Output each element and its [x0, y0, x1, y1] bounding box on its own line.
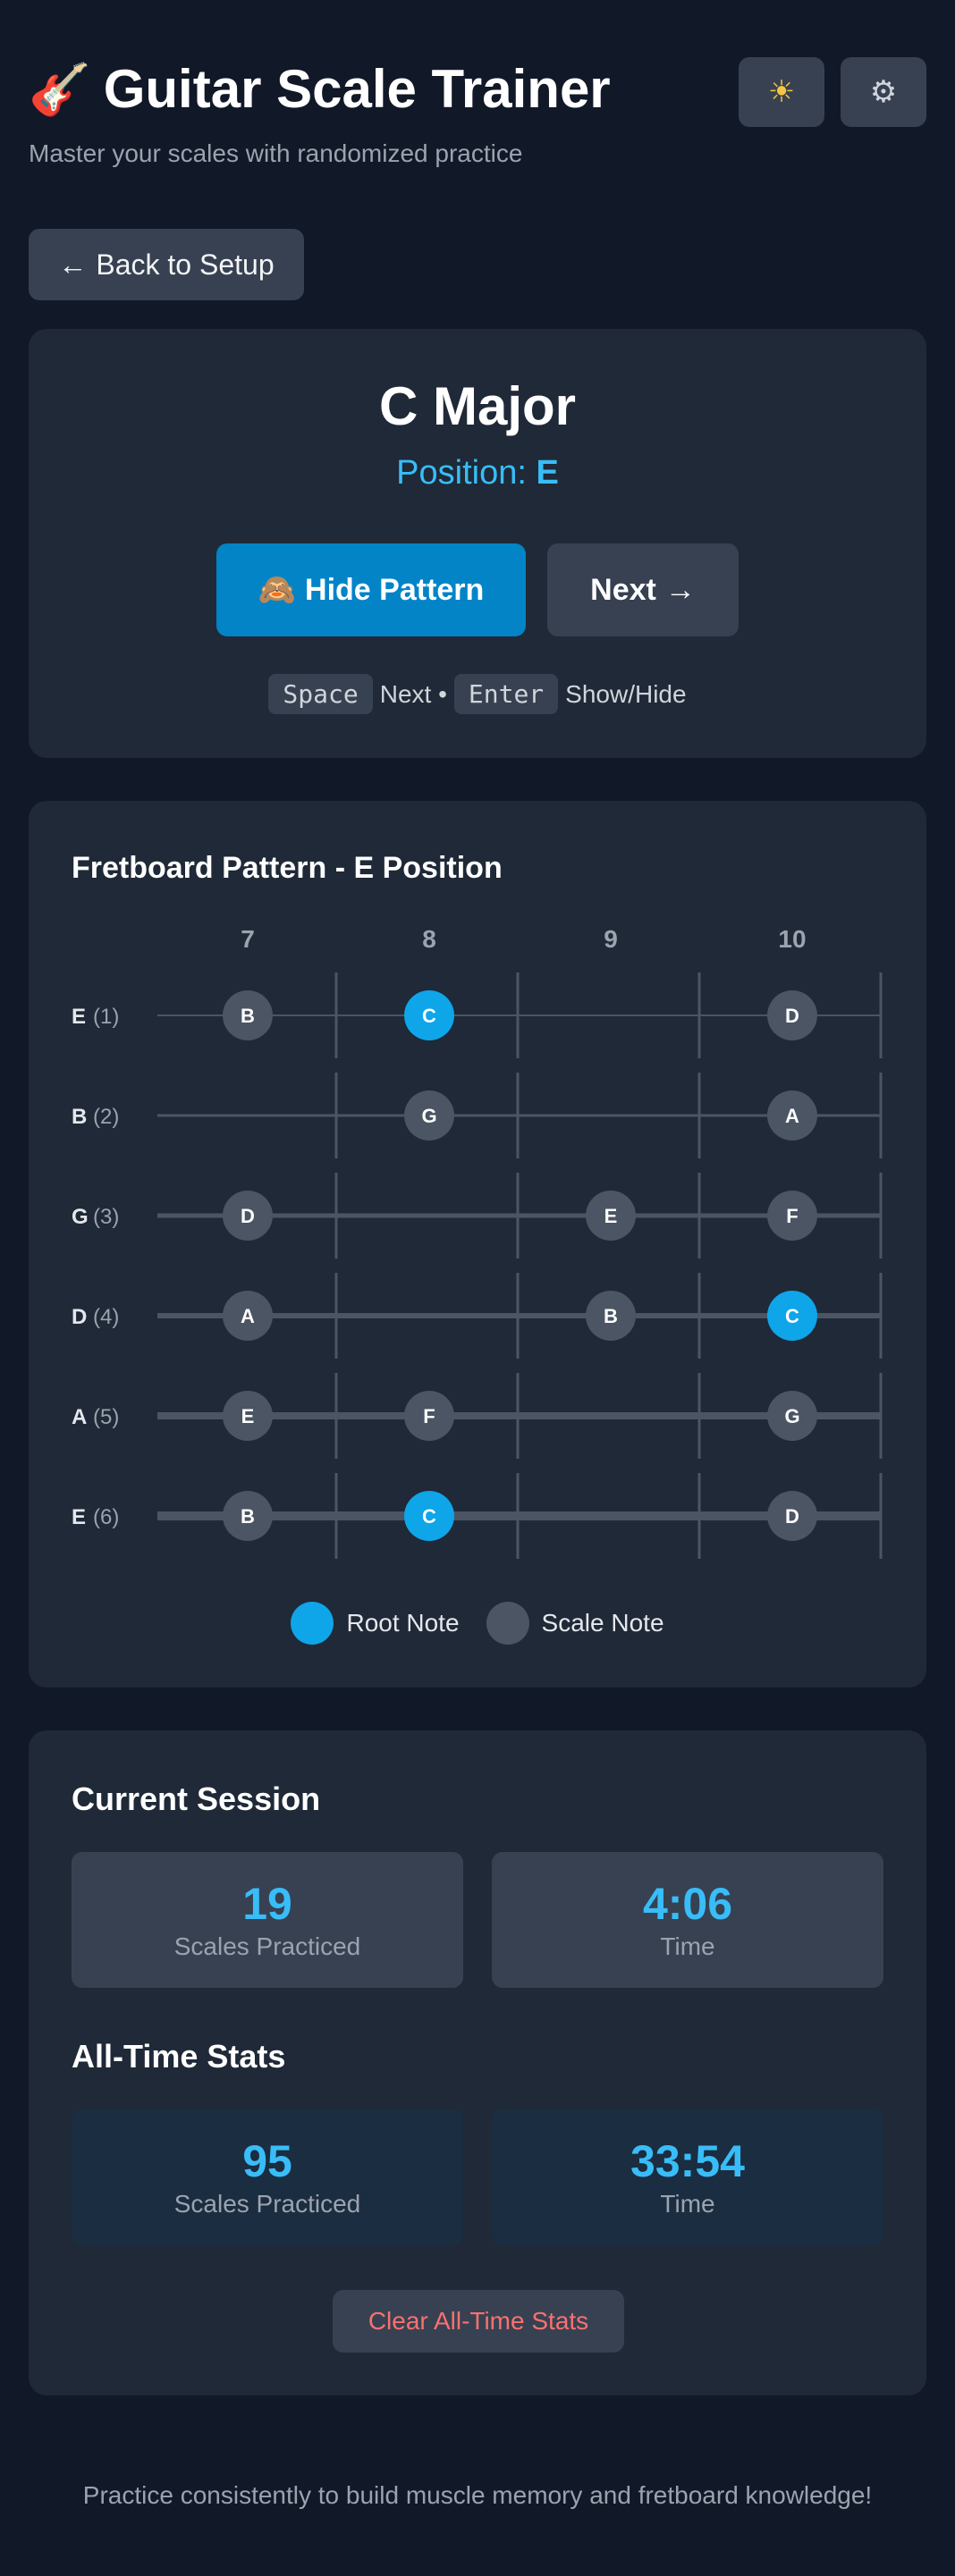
string-number-label: (4) — [93, 1305, 119, 1329]
monkey-icon: 🙈 — [258, 573, 297, 607]
note-label: B — [241, 1505, 255, 1528]
alltime-scales-value: 95 — [242, 2136, 292, 2186]
note-label: F — [786, 1205, 798, 1227]
clear-stats-button[interactable]: Clear All-Time Stats — [333, 2290, 624, 2353]
alltime-time-label: Time — [660, 2190, 715, 2218]
gear-icon: ⚙ — [869, 75, 898, 109]
arrow-right-icon: → — [664, 572, 696, 607]
string-name-label: G — [72, 1205, 89, 1229]
current-session-title: Current Session — [72, 1780, 321, 1817]
note-label: A — [241, 1305, 255, 1327]
legend-scale-label: Scale Note — [541, 1609, 664, 1637]
string-name-label: E — [72, 1005, 86, 1029]
scale-name: C Major — [378, 376, 577, 436]
note-label: E — [241, 1405, 255, 1427]
note-label: D — [785, 1505, 799, 1528]
string-name-label: B — [72, 1105, 87, 1129]
string-name-label: D — [72, 1305, 87, 1329]
note-label: G — [784, 1405, 799, 1427]
alltime-time-value: 33:54 — [630, 2136, 745, 2186]
session-scales-value: 19 — [242, 1879, 292, 1929]
shortcut-hints: Space Next • Enter Show/Hide — [29, 674, 926, 714]
note-label: C — [785, 1305, 799, 1327]
session-scales-stat: 19 Scales Practiced — [72, 1852, 463, 1988]
sun-icon: ☀ — [767, 75, 796, 109]
scale-note-swatch — [486, 1602, 529, 1645]
session-time-value: 4:06 — [642, 1879, 733, 1929]
back-to-setup-label: Back to Setup — [96, 248, 275, 281]
string-number-label: (5) — [93, 1405, 119, 1429]
fret-number-label: 8 — [422, 925, 436, 953]
note-label: D — [241, 1205, 255, 1227]
session-scales-label: Scales Practiced — [173, 1932, 361, 1960]
theme-toggle-button[interactable]: ☀ — [739, 57, 824, 127]
guitar-icon: 🎸 — [29, 61, 91, 117]
app-subtitle: Master your scales with randomized pract… — [29, 139, 523, 167]
arrow-left-icon: ← — [58, 248, 88, 281]
position-prefix: Position: — [396, 454, 527, 492]
all-time-title: All-Time Stats — [72, 2038, 286, 2075]
session-time-label: Time — [660, 1932, 715, 1960]
note-label: E — [604, 1205, 618, 1227]
note-label: A — [785, 1105, 799, 1127]
action-row: 🙈 Hide Pattern Next → — [216, 543, 739, 636]
note-label: B — [241, 1005, 255, 1027]
legend-root-label: Root Note — [346, 1609, 460, 1637]
legend-scale: Scale Note — [486, 1602, 664, 1645]
note-label: B — [604, 1305, 618, 1327]
string-number-label: (1) — [93, 1005, 119, 1029]
note-label: D — [785, 1005, 799, 1027]
app-page: 🎸 Guitar Scale Trainer Master your scale… — [0, 0, 955, 2576]
fret-number-label: 10 — [778, 925, 806, 953]
space-key: Space — [268, 674, 373, 714]
string-number-label: (3) — [93, 1205, 119, 1229]
header: 🎸 Guitar Scale Trainer Master your scale… — [29, 54, 926, 179]
session-time-stat: 4:06 Time — [492, 1852, 883, 1988]
fretboard-card: Fretboard Pattern - E Position 7 8 9 10 E (1)… — [29, 801, 926, 1688]
next-button[interactable]: Next → — [547, 543, 739, 636]
app-title-text: Guitar Scale Trainer — [103, 59, 611, 119]
position-line: Position: E — [29, 454, 926, 492]
string-name-label: E — [72, 1505, 86, 1529]
next-label: Next — [590, 572, 656, 607]
enter-key: Enter — [453, 674, 559, 714]
space-hint: Next • — [379, 679, 447, 708]
scale-card: C Major Position: E 🙈 Hide Pattern Next … — [29, 329, 926, 758]
string-number-label: (6) — [93, 1505, 119, 1529]
enter-hint: Show/Hide — [565, 679, 687, 708]
header-buttons: ☀ ⚙ — [739, 57, 926, 127]
fret-number-label: 9 — [604, 925, 618, 953]
note-label: C — [422, 1005, 436, 1027]
footer-text: Practice consistently to build muscle me… — [82, 2481, 873, 2509]
note-label: C — [422, 1505, 436, 1528]
back-to-setup-button[interactable]: ← Back to Setup — [29, 229, 304, 300]
hide-pattern-label: Hide Pattern — [305, 572, 485, 607]
string-number-label: (2) — [93, 1105, 119, 1129]
alltime-time-stat: 33:54 Time — [492, 2109, 883, 2245]
legend-root: Root Note — [291, 1602, 460, 1645]
position-value: E — [536, 454, 559, 492]
root-note-swatch — [291, 1602, 334, 1645]
note-label: G — [421, 1105, 436, 1127]
settings-button[interactable]: ⚙ — [841, 57, 926, 127]
fret-number-label: 7 — [241, 925, 255, 953]
alltime-scales-stat: 95 Scales Practiced — [72, 2109, 463, 2245]
note-label: F — [423, 1405, 435, 1427]
alltime-scales-label: Scales Practiced — [173, 2190, 361, 2218]
stats-card: Current Session 19 Scales Practiced 4:06… — [29, 1730, 926, 2395]
fretboard-diagram: 7 8 9 10E (1) B C DB (2) G AG (3) D E FD (4) A B CA (5) E F GE… — [72, 925, 883, 1559]
string-name-label: A — [72, 1405, 87, 1429]
fretboard-legend: Root Note Scale Note — [29, 1602, 926, 1645]
hide-pattern-button[interactable]: 🙈 Hide Pattern — [216, 543, 526, 636]
